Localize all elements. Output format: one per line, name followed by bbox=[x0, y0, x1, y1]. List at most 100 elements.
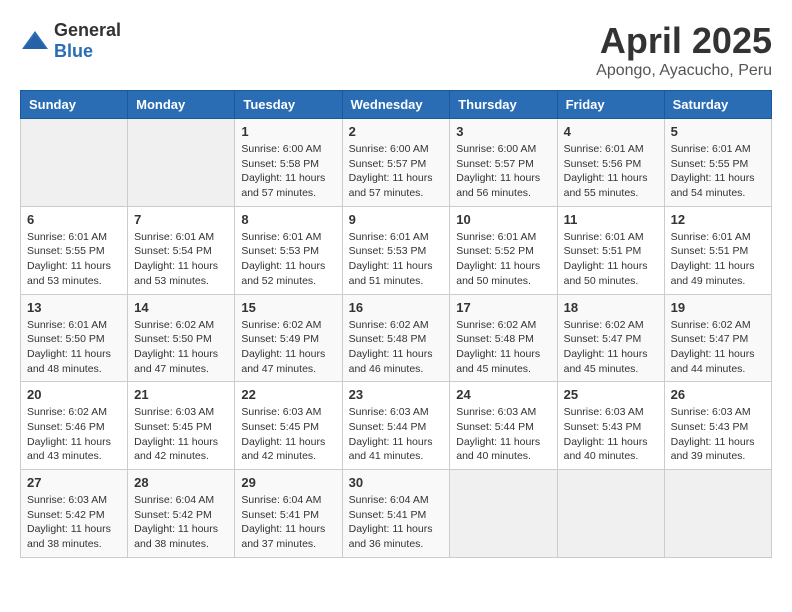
day-info: Sunrise: 6:04 AMSunset: 5:41 PMDaylight:… bbox=[349, 493, 444, 552]
calendar-cell bbox=[21, 119, 128, 207]
day-info: Sunrise: 6:00 AMSunset: 5:57 PMDaylight:… bbox=[456, 142, 550, 201]
day-number: 19 bbox=[671, 300, 765, 315]
day-info: Sunrise: 6:02 AMSunset: 5:47 PMDaylight:… bbox=[564, 318, 658, 377]
calendar-cell: 15 Sunrise: 6:02 AMSunset: 5:49 PMDayligh… bbox=[235, 294, 342, 382]
day-number: 24 bbox=[456, 387, 550, 402]
calendar-body: 1 Sunrise: 6:00 AMSunset: 5:58 PMDaylight… bbox=[21, 119, 772, 558]
calendar-cell: 5Sunrise: 6:01 AMSunset: 5:55 PMDaylight… bbox=[664, 119, 771, 207]
calendar-cell bbox=[128, 119, 235, 207]
day-info: Sunrise: 6:00 AMSunset: 5:58 PMDaylight:… bbox=[241, 142, 335, 201]
calendar-cell: 17 Sunrise: 6:02 AMSunset: 5:48 PMDayligh… bbox=[450, 294, 557, 382]
calendar-cell: 20Sunrise: 6:02 AMSunset: 5:46 PMDayligh… bbox=[21, 382, 128, 470]
day-info: Sunrise: 6:01 AMSunset: 5:54 PMDaylight:… bbox=[134, 230, 228, 289]
day-info: Sunrise: 6:01 AMSunset: 5:51 PMDaylight:… bbox=[671, 230, 765, 289]
calendar-cell: 24 Sunrise: 6:03 AMSunset: 5:44 PMDayligh… bbox=[450, 382, 557, 470]
day-number: 26 bbox=[671, 387, 765, 402]
day-info: Sunrise: 6:01 AMSunset: 5:55 PMDaylight:… bbox=[27, 230, 121, 289]
calendar-cell: 10Sunrise: 6:01 AMSunset: 5:52 PMDayligh… bbox=[450, 206, 557, 294]
day-info: Sunrise: 6:03 AMSunset: 5:42 PMDaylight:… bbox=[27, 493, 121, 552]
calendar-cell: 4 Sunrise: 6:01 AMSunset: 5:56 PMDaylight… bbox=[557, 119, 664, 207]
calendar-week-row: 27 Sunrise: 6:03 AMSunset: 5:42 PMDayligh… bbox=[21, 470, 772, 558]
day-number: 23 bbox=[349, 387, 444, 402]
calendar-week-row: 1 Sunrise: 6:00 AMSunset: 5:58 PMDaylight… bbox=[21, 119, 772, 207]
day-number: 6 bbox=[27, 212, 121, 227]
logo-blue: Blue bbox=[54, 41, 93, 61]
calendar-cell: 7 Sunrise: 6:01 AMSunset: 5:54 PMDaylight… bbox=[128, 206, 235, 294]
month-title: April 2025 bbox=[596, 20, 772, 62]
day-number: 16 bbox=[349, 300, 444, 315]
calendar-cell: 25 Sunrise: 6:03 AMSunset: 5:43 PMDayligh… bbox=[557, 382, 664, 470]
calendar-cell: 3Sunrise: 6:00 AMSunset: 5:57 PMDaylight… bbox=[450, 119, 557, 207]
day-number: 7 bbox=[134, 212, 228, 227]
logo: General Blue bbox=[20, 20, 121, 62]
calendar-cell: 27 Sunrise: 6:03 AMSunset: 5:42 PMDayligh… bbox=[21, 470, 128, 558]
day-info: Sunrise: 6:01 AMSunset: 5:53 PMDaylight:… bbox=[349, 230, 444, 289]
day-number: 4 bbox=[564, 124, 658, 139]
calendar-table: SundayMondayTuesdayWednesdayThursdayFrid… bbox=[20, 90, 772, 558]
calendar-cell: 2 Sunrise: 6:00 AMSunset: 5:57 PMDaylight… bbox=[342, 119, 450, 207]
calendar-cell: 13 Sunrise: 6:01 AMSunset: 5:50 PMDayligh… bbox=[21, 294, 128, 382]
day-number: 20 bbox=[27, 387, 121, 402]
day-info: Sunrise: 6:02 AMSunset: 5:50 PMDaylight:… bbox=[134, 318, 228, 377]
day-info: Sunrise: 6:01 AMSunset: 5:55 PMDaylight:… bbox=[671, 142, 765, 201]
day-number: 14 bbox=[134, 300, 228, 315]
calendar-week-row: 13 Sunrise: 6:01 AMSunset: 5:50 PMDayligh… bbox=[21, 294, 772, 382]
day-info: Sunrise: 6:03 AMSunset: 5:45 PMDaylight:… bbox=[134, 405, 228, 464]
day-info: Sunrise: 6:02 AMSunset: 5:48 PMDaylight:… bbox=[456, 318, 550, 377]
day-info: Sunrise: 6:04 AMSunset: 5:41 PMDaylight:… bbox=[241, 493, 335, 552]
calendar-cell: 1 Sunrise: 6:00 AMSunset: 5:58 PMDaylight… bbox=[235, 119, 342, 207]
weekday-header: Sunday bbox=[21, 91, 128, 119]
day-number: 18 bbox=[564, 300, 658, 315]
day-number: 1 bbox=[241, 124, 335, 139]
day-number: 21 bbox=[134, 387, 228, 402]
day-number: 15 bbox=[241, 300, 335, 315]
day-info: Sunrise: 6:03 AMSunset: 5:43 PMDaylight:… bbox=[564, 405, 658, 464]
calendar-cell: 9 Sunrise: 6:01 AMSunset: 5:53 PMDaylight… bbox=[342, 206, 450, 294]
day-info: Sunrise: 6:01 AMSunset: 5:50 PMDaylight:… bbox=[27, 318, 121, 377]
calendar-cell: 18 Sunrise: 6:02 AMSunset: 5:47 PMDayligh… bbox=[557, 294, 664, 382]
day-number: 22 bbox=[241, 387, 335, 402]
day-number: 8 bbox=[241, 212, 335, 227]
day-number: 17 bbox=[456, 300, 550, 315]
day-number: 25 bbox=[564, 387, 658, 402]
calendar-cell: 29 Sunrise: 6:04 AMSunset: 5:41 PMDayligh… bbox=[235, 470, 342, 558]
day-number: 27 bbox=[27, 475, 121, 490]
header: General Blue April 2025 Apongo, Ayacucho… bbox=[20, 20, 772, 80]
day-number: 29 bbox=[241, 475, 335, 490]
weekday-header: Monday bbox=[128, 91, 235, 119]
day-info: Sunrise: 6:02 AMSunset: 5:48 PMDaylight:… bbox=[349, 318, 444, 377]
day-number: 10 bbox=[456, 212, 550, 227]
calendar-cell bbox=[450, 470, 557, 558]
day-info: Sunrise: 6:01 AMSunset: 5:56 PMDaylight:… bbox=[564, 142, 658, 201]
weekday-header: Thursday bbox=[450, 91, 557, 119]
day-number: 30 bbox=[349, 475, 444, 490]
calendar-cell: 16 Sunrise: 6:02 AMSunset: 5:48 PMDayligh… bbox=[342, 294, 450, 382]
calendar-cell: 11 Sunrise: 6:01 AMSunset: 5:51 PMDayligh… bbox=[557, 206, 664, 294]
weekday-header: Tuesday bbox=[235, 91, 342, 119]
day-info: Sunrise: 6:03 AMSunset: 5:44 PMDaylight:… bbox=[349, 405, 444, 464]
day-number: 13 bbox=[27, 300, 121, 315]
logo-general: General bbox=[54, 20, 121, 40]
calendar-cell: 6 Sunrise: 6:01 AMSunset: 5:55 PMDaylight… bbox=[21, 206, 128, 294]
calendar-cell: 14 Sunrise: 6:02 AMSunset: 5:50 PMDayligh… bbox=[128, 294, 235, 382]
day-info: Sunrise: 6:00 AMSunset: 5:57 PMDaylight:… bbox=[349, 142, 444, 201]
calendar-cell: 21 Sunrise: 6:03 AMSunset: 5:45 PMDayligh… bbox=[128, 382, 235, 470]
day-info: Sunrise: 6:01 AMSunset: 5:53 PMDaylight:… bbox=[241, 230, 335, 289]
day-info: Sunrise: 6:03 AMSunset: 5:43 PMDaylight:… bbox=[671, 405, 765, 464]
day-info: Sunrise: 6:02 AMSunset: 5:49 PMDaylight:… bbox=[241, 318, 335, 377]
day-info: Sunrise: 6:01 AMSunset: 5:51 PMDaylight:… bbox=[564, 230, 658, 289]
day-info: Sunrise: 6:03 AMSunset: 5:44 PMDaylight:… bbox=[456, 405, 550, 464]
day-info: Sunrise: 6:02 AMSunset: 5:47 PMDaylight:… bbox=[671, 318, 765, 377]
day-number: 2 bbox=[349, 124, 444, 139]
calendar-cell: 26 Sunrise: 6:03 AMSunset: 5:43 PMDayligh… bbox=[664, 382, 771, 470]
calendar-cell: 8 Sunrise: 6:01 AMSunset: 5:53 PMDaylight… bbox=[235, 206, 342, 294]
day-number: 28 bbox=[134, 475, 228, 490]
calendar-cell bbox=[664, 470, 771, 558]
calendar-cell: 22Sunrise: 6:03 AMSunset: 5:45 PMDayligh… bbox=[235, 382, 342, 470]
calendar-cell: 12 Sunrise: 6:01 AMSunset: 5:51 PMDayligh… bbox=[664, 206, 771, 294]
day-number: 12 bbox=[671, 212, 765, 227]
location-title: Apongo, Ayacucho, Peru bbox=[596, 62, 772, 80]
day-number: 11 bbox=[564, 212, 658, 227]
weekday-header: Saturday bbox=[664, 91, 771, 119]
day-number: 9 bbox=[349, 212, 444, 227]
